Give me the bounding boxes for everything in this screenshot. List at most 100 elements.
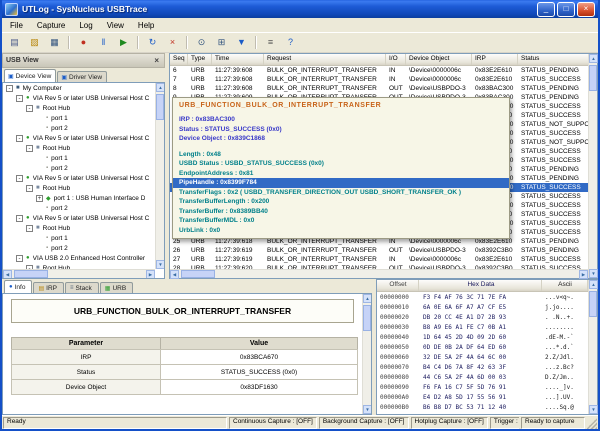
tab-irp[interactable]: ▤IRP <box>33 282 64 293</box>
hex-row[interactable]: 000000106A 0E 6A 6F A7 A7 CF E5j.jo.... <box>377 303 588 313</box>
panel-close-icon[interactable]: × <box>152 56 161 65</box>
scroll-thumb[interactable] <box>14 270 48 278</box>
new-log-button[interactable]: ▤ <box>5 34 24 52</box>
column-header-i-o[interactable]: I/O <box>386 54 406 65</box>
menu-item-capture[interactable]: Capture <box>30 20 72 31</box>
scroll-track[interactable] <box>179 270 579 278</box>
scroll-down-icon[interactable]: ▼ <box>156 260 165 269</box>
tree-node[interactable]: ▪port 1 <box>3 113 155 123</box>
minimize-button[interactable]: _ <box>537 2 555 17</box>
tree-node[interactable]: ▪port 1 <box>3 233 155 243</box>
hex-vertical-scrollbar[interactable]: ▲ ▼ <box>588 280 597 414</box>
column-header-device-object[interactable]: Device Object <box>406 54 472 65</box>
tree-expander[interactable]: - <box>16 135 23 142</box>
close-button[interactable]: × <box>577 2 595 17</box>
hex-column-header-offset[interactable]: Offset <box>377 280 419 291</box>
scroll-thumb[interactable] <box>363 305 371 331</box>
list-horizontal-scrollbar[interactable]: ◀ ▶ <box>170 269 588 278</box>
hex-row[interactable]: 0000008044 C6 5A 2F 4A 6D 00 03D.Z/Jm.. <box>377 373 588 383</box>
tree-node[interactable]: ▪port 1 <box>3 153 155 163</box>
tree-node[interactable]: -■Root Hub <box>3 103 155 113</box>
table-row[interactable]: 7URB11:27:39:608BULK_OR_INTERRUPT_TRANSF… <box>170 75 588 84</box>
column-header-status[interactable]: Status <box>518 54 588 65</box>
hex-column-header-ascii[interactable]: Ascii <box>542 280 588 291</box>
open-log-button[interactable]: ▨ <box>25 34 44 52</box>
hex-row[interactable]: 000000A0E4 D2 A8 5D 17 55 56 91...].UV. <box>377 393 588 403</box>
scroll-down-icon[interactable]: ▼ <box>363 405 372 414</box>
hex-column-header-hex-data[interactable]: Hex Data <box>419 280 542 291</box>
tab-device-view[interactable]: ▣Device View <box>4 69 56 82</box>
find-button[interactable]: ⊙ <box>192 34 211 52</box>
column-header-type[interactable]: Type <box>188 54 212 65</box>
tab-urb[interactable]: ▦URB <box>100 282 133 293</box>
options-button[interactable]: ≡ <box>261 34 280 52</box>
scroll-thumb[interactable] <box>589 65 597 91</box>
tree-expander[interactable]: - <box>26 145 33 152</box>
table-row[interactable]: 26URB11:27:39:619BULK_OR_INTERRUPT_TRANS… <box>170 246 588 255</box>
tree-expander[interactable]: + <box>36 195 43 202</box>
info-vertical-scrollbar[interactable]: ▲ ▼ <box>362 294 371 414</box>
maximize-button[interactable]: □ <box>557 2 575 17</box>
start-capture-button[interactable]: ● <box>74 34 93 52</box>
resize-grip[interactable] <box>587 417 597 429</box>
help-button[interactable]: ? <box>281 34 300 52</box>
save-log-button[interactable]: ▦ <box>45 34 64 52</box>
hex-row[interactable]: 00000090F6 FA 16 C7 5F 5D 76 91...._]v. <box>377 383 588 393</box>
hex-row[interactable]: 00000030B8 A9 E6 A1 FE C7 0B A1........ <box>377 323 588 333</box>
menu-item-log[interactable]: Log <box>72 20 99 31</box>
tree-expander[interactable]: - <box>26 185 33 192</box>
scroll-thumb[interactable] <box>156 94 164 120</box>
scroll-up-icon[interactable]: ▲ <box>156 83 165 92</box>
scroll-track[interactable] <box>12 270 146 278</box>
filter-button[interactable]: ▼ <box>232 34 251 52</box>
tree-expander[interactable]: - <box>16 175 23 182</box>
tab-stack[interactable]: ≡Stack <box>65 282 99 293</box>
menu-item-help[interactable]: Help <box>131 20 161 31</box>
tree-node[interactable]: ▪port 2 <box>3 123 155 133</box>
device-tree-button[interactable]: ⊞ <box>212 34 231 52</box>
tab-driver-view[interactable]: ▣Driver View <box>57 71 107 82</box>
tree-expander[interactable]: - <box>16 255 23 262</box>
scroll-right-icon[interactable]: ▶ <box>146 270 155 279</box>
tree-node[interactable]: -●VIA Rev 5 or later USB Universal Host … <box>3 213 155 223</box>
tree-node[interactable]: -●VIA Rev 5 or later USB Universal Host … <box>3 133 155 143</box>
pause-capture-button[interactable]: ‖ <box>94 34 113 52</box>
table-row[interactable]: 6URB11:27:39:608BULK_OR_INTERRUPT_TRANSF… <box>170 66 588 75</box>
scroll-track[interactable] <box>589 289 597 405</box>
tree-node[interactable]: +◆port 1 : USB Human Interface D <box>3 193 155 203</box>
hex-row[interactable]: 00000070B4 C4 D6 7A 8F 42 63 3F...z.Bc? <box>377 363 588 373</box>
tree-horizontal-scrollbar[interactable]: ◀ ▶ <box>3 269 155 278</box>
tab-info[interactable]: ●Info <box>4 280 32 293</box>
scroll-track[interactable] <box>156 92 164 260</box>
hex-row[interactable]: 00000000F3 F4 AF 76 3C 71 7E FA...v<q~. <box>377 293 588 303</box>
table-row[interactable]: 27URB11:27:39:619BULK_OR_INTERRUPT_TRANS… <box>170 255 588 264</box>
scroll-left-icon[interactable]: ◀ <box>170 270 179 279</box>
table-row[interactable]: 8URB11:27:39:608BULK_OR_INTERRUPT_TRANSF… <box>170 84 588 93</box>
tree-expander[interactable]: - <box>6 85 13 92</box>
hex-row[interactable]: 000000401D 64 45 2D 4D 09 2D 60.dE-M.-` <box>377 333 588 343</box>
scroll-up-icon[interactable]: ▲ <box>589 54 598 63</box>
resume-capture-button[interactable]: ▶ <box>114 34 133 52</box>
scroll-thumb[interactable] <box>181 270 215 278</box>
tree-expander[interactable]: - <box>26 105 33 112</box>
tree-node[interactable]: -●VIA Rev 5 or later USB Universal Host … <box>3 93 155 103</box>
scroll-up-icon[interactable]: ▲ <box>363 294 372 303</box>
menu-item-file[interactable]: File <box>3 20 30 31</box>
scroll-down-icon[interactable]: ▼ <box>589 405 598 414</box>
clear-log-button[interactable]: × <box>163 34 182 52</box>
tree-node[interactable]: -■Root Hub <box>3 183 155 193</box>
hex-row[interactable]: 000000500D DE 0B 2A DF 64 ED 60...*.d.` <box>377 343 588 353</box>
tree-node[interactable]: -■Root Hub <box>3 223 155 233</box>
column-header-irp[interactable]: IRP <box>472 54 518 65</box>
tree-node[interactable]: ▪port 2 <box>3 203 155 213</box>
title-bar[interactable]: UTLog - SysNucleus USBTrace _ □ × <box>2 0 598 18</box>
tree-node[interactable]: -■Root Hub <box>3 143 155 153</box>
scroll-track[interactable] <box>363 303 371 405</box>
scroll-right-icon[interactable]: ▶ <box>579 270 588 279</box>
scroll-left-icon[interactable]: ◀ <box>3 270 12 279</box>
hex-row[interactable]: 00000020DB 20 CC 4E A1 D7 2B 93. .N..+. <box>377 313 588 323</box>
refresh-button[interactable]: ↻ <box>143 34 162 52</box>
list-vertical-scrollbar[interactable]: ▲ ▼ <box>588 54 597 278</box>
hex-row[interactable]: 000000B0B6 B8 D7 BC 53 71 12 40....Sq.@ <box>377 403 588 413</box>
menu-item-view[interactable]: View <box>100 20 131 31</box>
